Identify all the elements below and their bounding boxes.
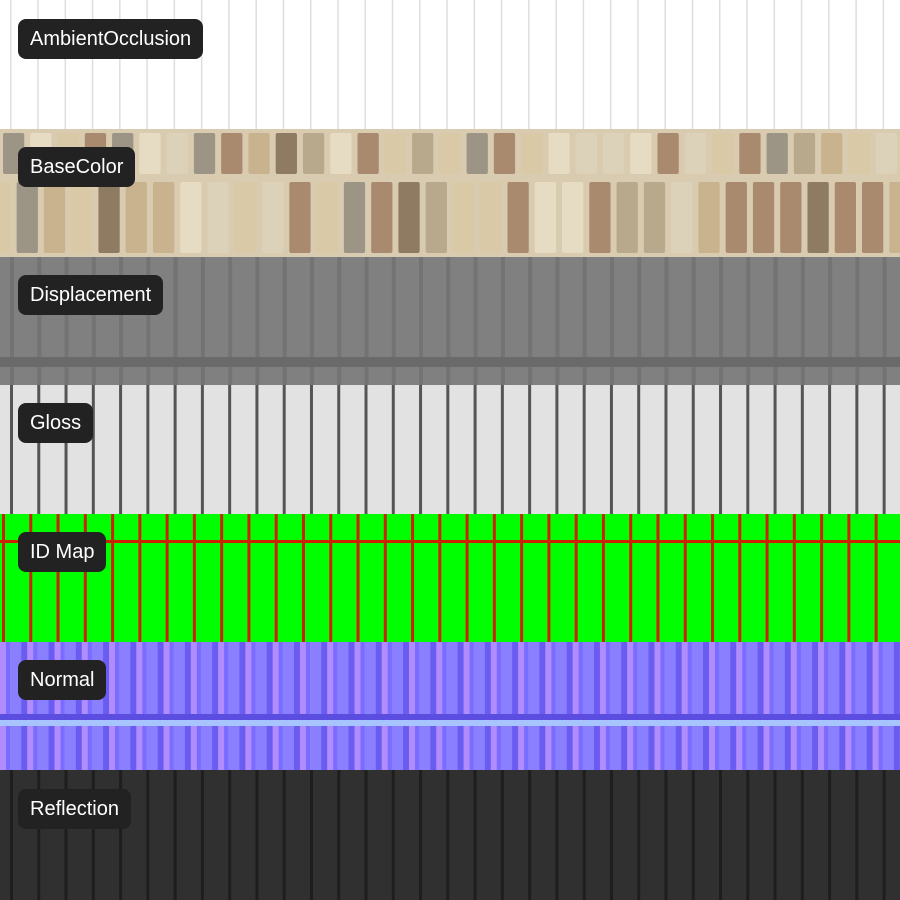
normal-preview bbox=[0, 642, 900, 770]
id-map-strip: ID Map bbox=[0, 514, 900, 642]
gloss-preview bbox=[0, 385, 900, 514]
reflection-label: Reflection bbox=[18, 789, 131, 829]
id-map-preview bbox=[0, 514, 900, 642]
normal-label: Normal bbox=[18, 660, 107, 700]
displacement-strip: Displacement bbox=[0, 257, 900, 385]
id-map-label: ID Map bbox=[18, 532, 107, 572]
reflection-preview bbox=[0, 770, 900, 900]
base-color-preview bbox=[0, 129, 900, 257]
reflection-strip: Reflection bbox=[0, 770, 900, 900]
gloss-strip: Gloss bbox=[0, 385, 900, 514]
normal-strip: Normal bbox=[0, 642, 900, 770]
displacement-label: Displacement bbox=[18, 275, 164, 315]
ambient-occlusion-label: AmbientOcclusion bbox=[18, 19, 204, 59]
ambient-occlusion-strip: AmbientOcclusion bbox=[0, 0, 900, 129]
gloss-label: Gloss bbox=[18, 403, 94, 443]
base-color-strip: BaseColor bbox=[0, 129, 900, 257]
base-color-label: BaseColor bbox=[18, 147, 136, 187]
texture-map-sheet: AmbientOcclusion BaseColor Displacement … bbox=[0, 0, 900, 900]
